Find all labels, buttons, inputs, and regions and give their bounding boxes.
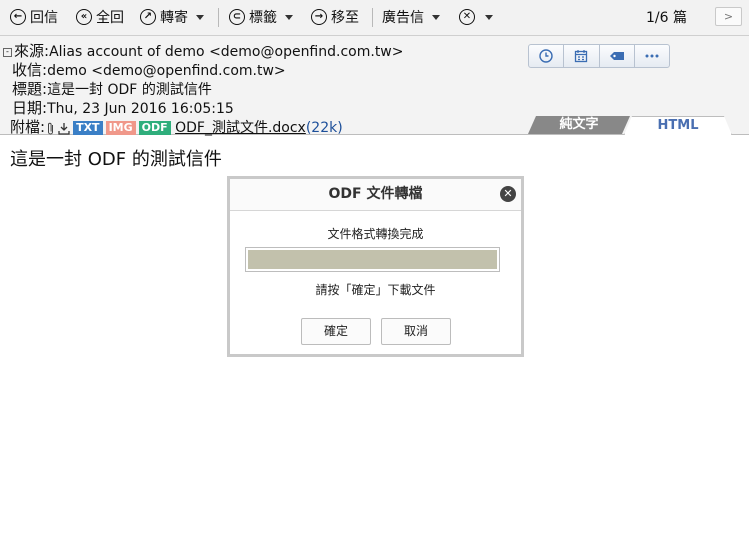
- spam-button[interactable]: 廣告信: [382, 6, 440, 28]
- delete-button[interactable]: ✕: [459, 6, 493, 28]
- toolbar: ← 回信 « 全回 ↗ 轉寄 ⊂ 標籤 → 移至 廣告信 ✕ 1/6 篇 >: [0, 0, 749, 36]
- reply-all-button[interactable]: « 全回: [76, 6, 124, 28]
- message-body-text: 這是一封 ODF 的測試信件: [10, 149, 222, 170]
- date-label: 日期:: [12, 99, 48, 117]
- clock-icon: [539, 49, 553, 63]
- subject-label: 標題:: [12, 80, 48, 98]
- date-value: Thu, 23 Jun 2016 16:05:15: [47, 101, 234, 117]
- odf-convert-dialog: ODF 文件轉檔 ✕ 文件格式轉換完成 請按「確定」下載文件 確定 取消: [227, 176, 524, 357]
- clock-button[interactable]: [529, 45, 565, 67]
- dialog-status: 文件格式轉換完成: [327, 227, 424, 241]
- dialog-title: ODF 文件轉檔: [328, 186, 423, 202]
- to-value: demo <demo@openfind.com.tw>: [47, 63, 286, 79]
- to-row: 收信:demo <demo@openfind.com.tw>: [12, 59, 286, 80]
- message-header: - 來源:Alias account of demo <demo@openfind…: [0, 36, 749, 137]
- subject-row: 標題:這是一封 ODF 的測試信件: [12, 78, 212, 99]
- forward-button[interactable]: ↗ 轉寄: [140, 6, 204, 28]
- attachment-link[interactable]: ODF_測試文件.docx: [175, 120, 306, 136]
- subject-value: 這是一封 ODF 的測試信件: [47, 82, 212, 98]
- odf-convert-icon[interactable]: ODF: [138, 121, 171, 135]
- reply-all-label: 全回: [96, 10, 124, 26]
- date-row: 日期:Thu, 23 Jun 2016 16:05:15: [12, 97, 234, 118]
- progress-bar: [245, 247, 500, 272]
- ok-button[interactable]: 確定: [301, 318, 371, 345]
- reply-all-icon: «: [76, 9, 92, 25]
- move-button[interactable]: → 移至: [311, 6, 359, 28]
- reply-arrow-icon: ←: [10, 9, 26, 25]
- attachment-size: (22k): [305, 120, 343, 136]
- calendar-button[interactable]: [564, 45, 600, 67]
- tag-icon: ⊂: [229, 9, 245, 25]
- more-button[interactable]: [635, 45, 669, 67]
- page-indicator: 1/6 篇: [646, 10, 687, 26]
- divider: [372, 8, 373, 27]
- tag-button[interactable]: ⊂ 標籤: [229, 6, 293, 28]
- tag-label: 標籤: [249, 10, 277, 26]
- spam-label: 廣告信: [382, 10, 424, 26]
- img-preview-icon[interactable]: IMG: [105, 121, 136, 135]
- from-label: 來源:: [14, 42, 50, 60]
- label-button[interactable]: [600, 45, 635, 67]
- delete-x-icon: ✕: [459, 9, 475, 25]
- from-row: - 來源:Alias account of demo <demo@openfind…: [0, 40, 404, 61]
- dialog-hint: 請按「確定」下載文件: [315, 283, 436, 297]
- chevron-down-icon: [432, 14, 440, 20]
- chevron-down-icon: [485, 14, 493, 20]
- paperclip-icon: [48, 122, 54, 134]
- download-icon[interactable]: [58, 122, 70, 135]
- reply-label: 回信: [30, 10, 58, 26]
- attachment-icons: TXT IMG ODF: [47, 121, 171, 135]
- from-value: Alias account of demo <demo@openfind.com…: [49, 44, 404, 60]
- chevron-right-icon: >: [723, 10, 734, 23]
- tab-html[interactable]: HTML: [624, 116, 732, 135]
- attachment-label: 附檔:: [10, 118, 46, 136]
- forward-label: 轉寄: [160, 10, 188, 26]
- close-icon[interactable]: ✕: [500, 186, 516, 202]
- to-label: 收信:: [12, 61, 48, 79]
- move-arrow-icon: →: [311, 9, 327, 25]
- attachment-row: 附檔: TXT IMG ODF ODF_測試文件.docx(22k): [10, 116, 343, 137]
- collapse-icon[interactable]: -: [3, 48, 12, 57]
- divider: [218, 8, 219, 27]
- cancel-button[interactable]: 取消: [381, 318, 451, 345]
- header-tool-group: [528, 44, 670, 68]
- forward-icon: ↗: [140, 9, 156, 25]
- next-message-button[interactable]: >: [715, 7, 742, 26]
- txt-preview-icon[interactable]: TXT: [73, 121, 103, 135]
- move-label: 移至: [331, 10, 359, 26]
- dialog-title-bar: ODF 文件轉檔 ✕: [230, 179, 521, 211]
- chevron-down-icon: [285, 14, 293, 20]
- chevron-down-icon: [196, 14, 204, 20]
- tab-plain-text[interactable]: 純文字: [528, 116, 630, 134]
- reply-button[interactable]: ← 回信: [10, 6, 58, 28]
- more-dots-icon: [645, 54, 659, 58]
- progress-fill: [248, 250, 497, 269]
- calendar-icon: [575, 50, 588, 63]
- label-tag-icon: [609, 52, 624, 60]
